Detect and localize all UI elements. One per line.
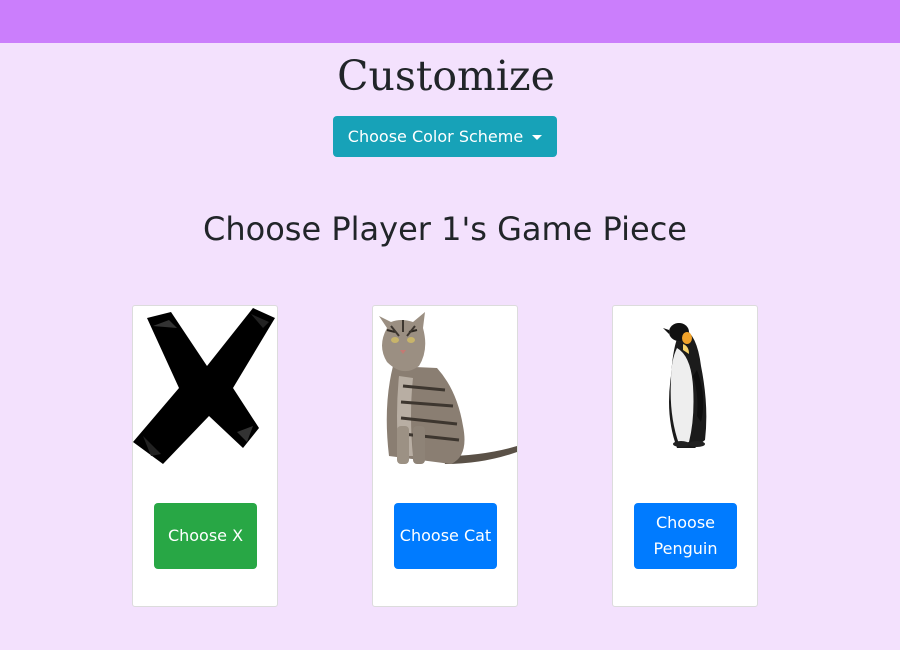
color-scheme-dropdown-button[interactable]: Choose Color Scheme	[333, 116, 557, 157]
caret-down-icon	[532, 134, 543, 140]
game-piece-card-cat: Choose Cat	[372, 305, 518, 607]
page-title: Customize	[337, 52, 555, 100]
choose-cat-button[interactable]: Choose Cat	[394, 503, 497, 569]
top-navbar	[0, 0, 900, 43]
x-mark-image	[133, 308, 275, 464]
choose-penguin-button[interactable]: Choose Penguin	[634, 503, 737, 569]
penguin-image	[663, 323, 707, 448]
color-scheme-button-label: Choose Color Scheme	[347, 127, 524, 146]
game-piece-card-penguin: Choose Penguin	[612, 305, 758, 607]
choose-x-button[interactable]: Choose X	[154, 503, 257, 569]
cat-image	[379, 312, 517, 464]
game-piece-card-x: Choose X	[132, 305, 278, 607]
section-title: Choose Player 1's Game Piece	[203, 210, 687, 248]
